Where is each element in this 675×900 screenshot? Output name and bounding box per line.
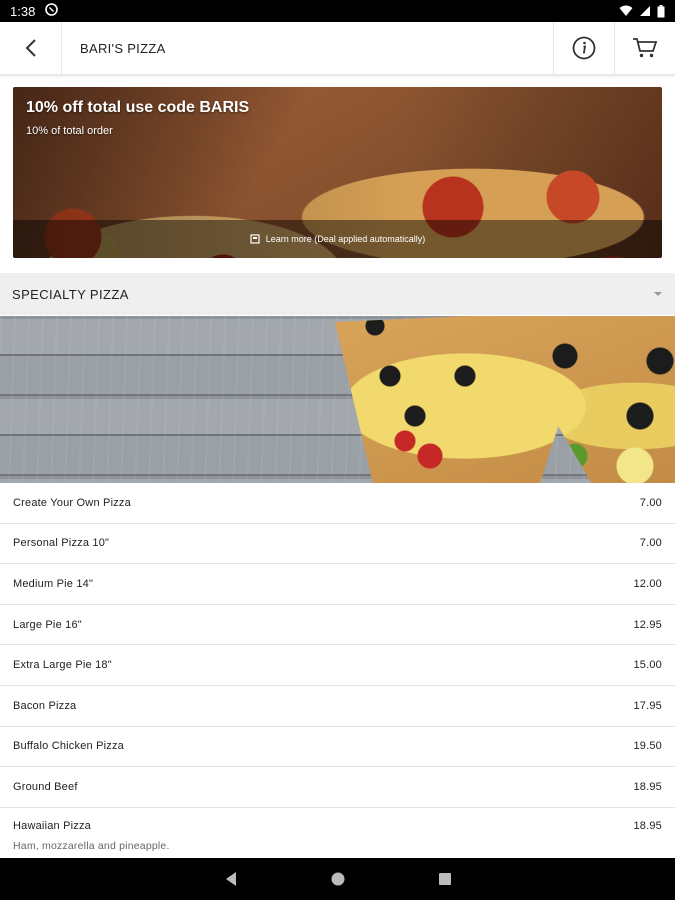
cart-button[interactable]	[614, 22, 675, 74]
info-button[interactable]	[553, 22, 614, 74]
menu-item-description: Ham, mozzarella and pineapple.	[13, 839, 170, 852]
menu-item[interactable]: Bacon Pizza 17.95	[0, 686, 675, 727]
app-bar: BARI'S PIZZA	[0, 22, 675, 75]
nav-recents-button[interactable]	[438, 872, 452, 886]
menu-item-price: 7.00	[639, 537, 662, 550]
promo-subtext: 10% of total order	[26, 125, 113, 137]
menu-item[interactable]: Medium Pie 14" 12.00	[0, 564, 675, 605]
menu-item-name: Extra Large Pie 18"	[13, 659, 112, 672]
menu-item-name: Buffalo Chicken Pizza	[13, 740, 124, 753]
menu-item-price: 17.95	[633, 699, 662, 712]
category-hero-image	[0, 316, 675, 483]
nav-back-button[interactable]	[224, 871, 238, 887]
promo-footer[interactable]: Learn more (Deal applied automatically)	[13, 220, 662, 258]
notification-icon	[45, 3, 59, 19]
menu-item-name: Create Your Own Pizza	[13, 496, 131, 509]
page-title: BARI'S PIZZA	[80, 40, 166, 56]
menu-item-price: 7.00	[639, 496, 662, 509]
promo-banner[interactable]: 10% off total use code BARIS 10% of tota…	[13, 87, 662, 258]
section-title: SPECIALTY PIZZA	[12, 286, 129, 302]
back-button[interactable]	[0, 22, 62, 74]
section-header-specialty-pizza[interactable]: SPECIALTY PIZZA	[0, 273, 675, 315]
promo-footer-text: Learn more (Deal applied automatically)	[265, 234, 426, 244]
system-nav-bar	[0, 858, 675, 900]
signal-icon	[640, 6, 650, 16]
menu-item[interactable]: Large Pie 16" 12.95	[0, 605, 675, 646]
chevron-down-icon	[654, 292, 662, 296]
menu-item[interactable]: Personal Pizza 10" 7.00	[0, 524, 675, 565]
menu-item[interactable]: Hawaiian Pizza 18.95 Ham, mozzarella and…	[0, 808, 675, 860]
menu-item-name: Ground Beef	[13, 780, 78, 793]
menu-item-price: 18.95	[633, 819, 662, 832]
status-icons	[619, 4, 665, 18]
menu-item-name: Hawaiian Pizza	[13, 819, 92, 832]
menu-item[interactable]: Extra Large Pie 18" 15.00	[0, 645, 675, 686]
nav-home-button[interactable]	[330, 871, 346, 887]
pizza-image	[335, 316, 675, 483]
menu-item-price: 18.95	[633, 780, 662, 793]
cart-icon	[633, 38, 658, 58]
promo-headline: 10% off total use code BARIS	[26, 99, 250, 116]
tag-icon	[250, 234, 260, 244]
menu-item[interactable]: Buffalo Chicken Pizza 19.50	[0, 727, 675, 768]
menu-item-price: 12.95	[633, 618, 662, 631]
battery-icon	[657, 4, 665, 17]
menu-item-name: Large Pie 16"	[13, 618, 82, 631]
info-icon	[572, 36, 596, 60]
menu-item-price: 19.50	[633, 740, 662, 753]
menu-item-name: Bacon Pizza	[13, 699, 77, 712]
menu-list: Create Your Own Pizza 7.00 Personal Pizz…	[0, 483, 675, 860]
nav-home-icon	[331, 872, 344, 886]
menu-item[interactable]: Ground Beef 18.95	[0, 767, 675, 808]
status-bar: 1:38	[0, 0, 675, 22]
menu-item-price: 12.00	[633, 577, 662, 590]
nav-recents-icon	[438, 873, 451, 885]
arrow-back-icon	[25, 39, 36, 57]
nav-back-icon	[225, 872, 236, 886]
status-time: 1:38	[10, 3, 36, 19]
menu-item-name: Personal Pizza 10"	[13, 537, 110, 550]
menu-item-price: 15.00	[633, 659, 662, 672]
wifi-icon	[619, 5, 633, 16]
menu-item[interactable]: Create Your Own Pizza 7.00	[0, 483, 675, 524]
menu-item-name: Medium Pie 14"	[13, 577, 94, 590]
